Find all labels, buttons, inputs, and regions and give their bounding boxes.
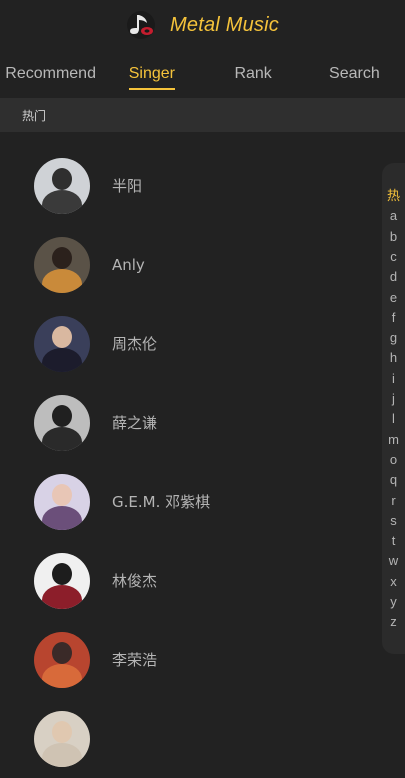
singer-avatar	[34, 552, 90, 609]
index-letter[interactable]: r	[382, 492, 405, 510]
index-letter[interactable]: b	[382, 228, 405, 246]
index-letter[interactable]: w	[382, 552, 405, 570]
singer-name: 林俊杰	[112, 572, 158, 590]
singer-name: 薛之谦	[112, 414, 158, 432]
singer-avatar	[34, 157, 90, 214]
singer-avatar	[34, 631, 90, 688]
index-letter[interactable]: t	[382, 532, 405, 550]
index-letter[interactable]: m	[382, 431, 405, 449]
singer-list: 半阳 Anly 周杰伦薛之谦 G.E.M. 邓紫棋 林俊杰李荣浩	[0, 146, 380, 778]
index-letter[interactable]: q	[382, 471, 405, 489]
index-letter[interactable]: e	[382, 289, 405, 307]
index-letter[interactable]: f	[382, 309, 405, 327]
index-letter[interactable]: i	[382, 370, 405, 388]
section-title: 热门	[22, 109, 47, 123]
index-letter[interactable]: 热	[382, 187, 405, 205]
index-letter[interactable]: d	[382, 268, 405, 286]
index-letter[interactable]: z	[382, 613, 405, 631]
singer-row[interactable]: 周杰伦	[0, 304, 380, 383]
index-letter[interactable]: l	[382, 410, 405, 428]
tab-search[interactable]: Search	[304, 52, 405, 96]
index-letter[interactable]: h	[382, 349, 405, 367]
tab-singer[interactable]: Singer	[101, 52, 202, 96]
singer-row[interactable]: G.E.M. 邓紫棋	[0, 462, 380, 541]
index-letter[interactable]: o	[382, 451, 405, 469]
index-letter[interactable]: c	[382, 248, 405, 266]
app-header: Metal Music	[0, 0, 405, 50]
index-letter[interactable]: x	[382, 573, 405, 591]
music-note-icon[interactable]	[126, 10, 156, 40]
singer-name: 周杰伦	[112, 335, 158, 353]
singer-avatar	[34, 236, 90, 293]
singer-row[interactable]: 半阳	[0, 146, 380, 225]
singer-name: 李荣浩	[112, 651, 158, 669]
section-header: 热门	[0, 98, 405, 132]
singer-avatar	[34, 315, 90, 372]
singer-name: Anly	[112, 255, 145, 274]
nav-tabs: Recommend Singer Rank Search	[0, 52, 405, 96]
alphabet-index[interactable]: 热abcdefghijlmoqrstwxyz	[382, 163, 405, 654]
index-letter[interactable]: y	[382, 593, 405, 611]
index-letter[interactable]: s	[382, 512, 405, 530]
singer-name: G.E.M. 邓紫棋	[112, 493, 211, 511]
singer-row[interactable]: 李荣浩	[0, 620, 380, 699]
singer-row[interactable]	[0, 699, 380, 778]
singer-name: 半阳	[112, 177, 143, 195]
singer-row[interactable]: 薛之谦	[0, 383, 380, 462]
singer-avatar	[34, 473, 90, 530]
singer-avatar	[34, 710, 90, 767]
singer-row[interactable]: Anly	[0, 225, 380, 304]
singer-row[interactable]: 林俊杰	[0, 541, 380, 620]
index-letter[interactable]: a	[382, 207, 405, 225]
tab-recommend[interactable]: Recommend	[0, 52, 101, 96]
tab-rank[interactable]: Rank	[203, 52, 304, 96]
app-title: Metal Music	[170, 13, 279, 36]
index-letter[interactable]: g	[382, 329, 405, 347]
singer-avatar	[34, 394, 90, 451]
index-letter[interactable]: j	[382, 390, 405, 408]
